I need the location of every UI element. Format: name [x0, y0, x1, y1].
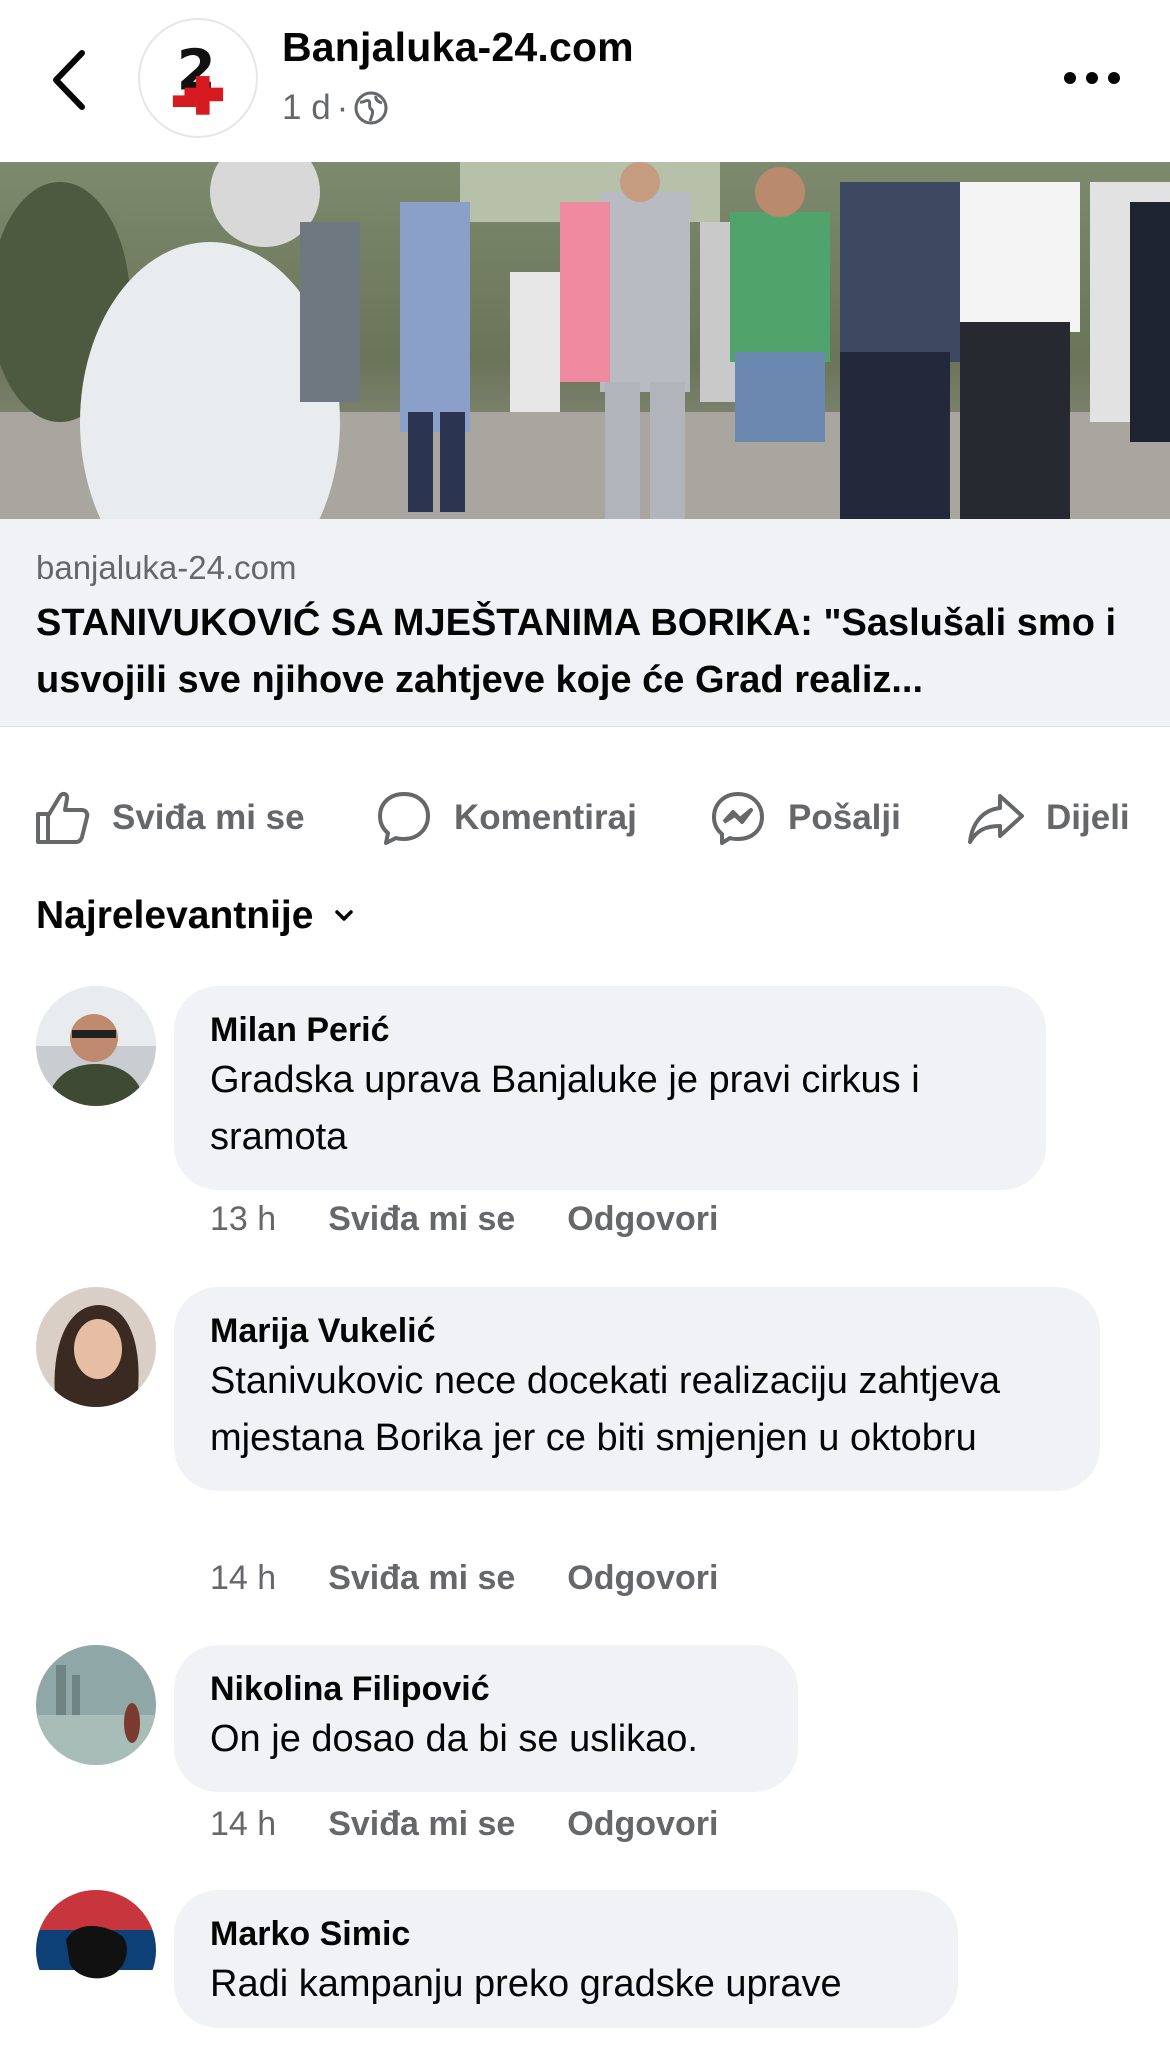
comment-author[interactable]: Marko Simic [210, 1912, 922, 1956]
like-label: Sviđa mi se [112, 798, 305, 837]
send-button[interactable]: Pošalji [708, 780, 901, 856]
comment-time: 14 h [210, 1805, 277, 1843]
action-bar: Sviđa mi se Komentiraj Pošalji Dijeli [0, 780, 1170, 856]
send-label: Pošalji [788, 798, 901, 837]
avatar[interactable] [36, 1890, 156, 2010]
crowd-photo [0, 162, 1170, 519]
share-arrow-icon [968, 794, 1024, 844]
comment-bubble[interactable]: Nikolina Filipović On je dosao da bi se … [174, 1645, 798, 1792]
page-logo[interactable]: 2 [138, 18, 258, 138]
post-meta: 1 d · [282, 88, 388, 128]
comment-text: Radi kampanju preko gradske uprave [210, 1963, 842, 2005]
comment-actions: 14 h Sviđa mi se Odgovori [210, 1559, 718, 1598]
comment-bubble[interactable]: Marko Simic Radi kampanju preko gradske … [174, 1890, 958, 2028]
like-button[interactable]: Sviđa mi se [32, 780, 305, 856]
messenger-icon [712, 792, 764, 845]
comment-time: 13 h [210, 1200, 277, 1238]
comment-sort-dropdown[interactable]: Najrelevantnije [36, 894, 357, 938]
comment-actions: 14 h Sviđa mi se Odgovori [210, 1805, 718, 1844]
comment-actions: 13 h Sviđa mi se Odgovori [210, 1200, 718, 1239]
sort-label: Najrelevantnije [36, 894, 314, 937]
post-time: 1 d [282, 88, 331, 127]
avatar[interactable] [36, 1645, 156, 1765]
comment-bubble-icon [378, 792, 430, 845]
page-name[interactable]: Banjaluka-24.com [282, 24, 634, 71]
comment-author[interactable]: Marija Vukelić [210, 1309, 1064, 1353]
link-domain: banjaluka-24.com [36, 549, 297, 586]
link-preview[interactable]: banjaluka-24.com STANIVUKOVIĆ SA MJEŠTAN… [0, 519, 1170, 727]
comment-text: On je dosao da bi se uslikao. [210, 1718, 698, 1760]
comment-reply-button[interactable]: Odgovori [567, 1805, 718, 1844]
comment-like-button[interactable]: Sviđa mi se [328, 1200, 515, 1239]
comment-button[interactable]: Komentiraj [374, 780, 637, 856]
share-label: Dijeli [1046, 798, 1130, 837]
comment-author[interactable]: Milan Perić [210, 1008, 1010, 1052]
comment-bubble[interactable]: Milan Perić Gradska uprava Banjaluke je … [174, 986, 1046, 1190]
meta-separator: · [336, 88, 349, 127]
comment-author[interactable]: Nikolina Filipović [210, 1667, 762, 1711]
comment-bubble[interactable]: Marija Vukelić Stanivukovic nece docekat… [174, 1287, 1100, 1491]
comment-like-button[interactable]: Sviđa mi se [328, 1805, 515, 1844]
comment-reply-button[interactable]: Odgovori [567, 1200, 718, 1239]
back-arrow-icon[interactable] [42, 45, 98, 115]
comment-reply-button[interactable]: Odgovori [567, 1559, 718, 1598]
thumbs-up-icon [36, 791, 90, 844]
post-header: 2 Banjaluka-24.com 1 d · [0, 0, 1170, 160]
comment-label: Komentiraj [454, 798, 637, 837]
chevron-down-icon [335, 910, 354, 921]
more-options-icon[interactable] [1062, 70, 1122, 86]
post-photo[interactable] [0, 162, 1170, 519]
comment-time: 14 h [210, 1559, 277, 1597]
avatar[interactable] [36, 986, 156, 1106]
comment-text: Stanivukovic nece docekati realizaciju z… [210, 1360, 1000, 1459]
comment-like-button[interactable]: Sviđa mi se [328, 1559, 515, 1598]
comment-text: Gradska uprava Banjaluke je pravi cirkus… [210, 1059, 920, 1158]
avatar[interactable] [36, 1287, 156, 1407]
globe-icon [354, 91, 388, 125]
link-title: STANIVUKOVIĆ SA MJEŠTANIMA BORIKA: "Sasl… [36, 602, 1117, 701]
share-button[interactable]: Dijeli [966, 780, 1130, 856]
